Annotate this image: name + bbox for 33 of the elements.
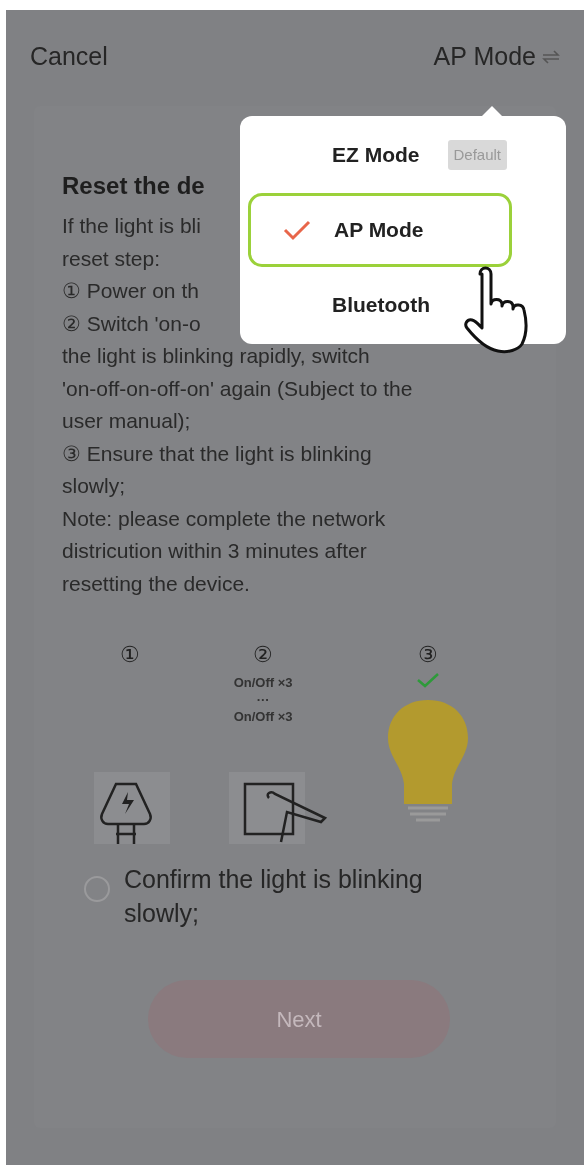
mode-option[interactable]: AP Mode [248, 193, 512, 267]
check-icon [283, 219, 311, 241]
instruction-line: If the light is bli [62, 213, 201, 239]
instruction-line: reset step: [62, 245, 161, 272]
swap-arrows-icon [542, 50, 560, 64]
step-number: ① [119, 642, 140, 668]
step-caption: ··· [256, 692, 270, 707]
instruction-line: user manual); [62, 408, 191, 434]
instruction-line: the light is blinking rapidly, switch [62, 343, 370, 369]
mode-option[interactable]: Bluetooth [240, 268, 566, 342]
instruction-line: districution within 3 minutes after [62, 538, 367, 564]
instruction-line: ① Power on th [62, 278, 199, 304]
mode-switch-button[interactable]: AP Mode [433, 38, 560, 76]
mode-option[interactable]: EZ Mode Default [240, 118, 566, 192]
instruction-line: Note: please complete the network [62, 505, 386, 532]
step-number: ③ [418, 642, 439, 668]
instructions-heading: Reset the de [62, 171, 206, 201]
step-number: ② [253, 642, 274, 668]
instruction-line: ② Switch 'on-o [62, 310, 201, 337]
instruction-line: 'on-off-on-off-on' again (Subject to the [62, 375, 413, 402]
instruction-line: resetting the device. [62, 570, 250, 597]
option-label: EZ Mode [332, 142, 420, 169]
option-label: Bluetooth [332, 292, 430, 319]
confirm-label: Confirm the light is blinking slowly; [124, 864, 424, 929]
step-caption: On/Off ×3 [233, 675, 293, 690]
step-caption: On/Off ×3 [233, 709, 293, 724]
cancel-link[interactable]: Cancel [30, 38, 108, 76]
confirm-radio[interactable] [84, 876, 110, 902]
check-icon [416, 672, 441, 688]
option-label: AP Mode [334, 217, 424, 244]
default-badge: Default [447, 139, 508, 171]
instruction-line: slowly; [62, 473, 125, 499]
instruction-line: ③ Ensure that the light is blinking [62, 440, 372, 467]
